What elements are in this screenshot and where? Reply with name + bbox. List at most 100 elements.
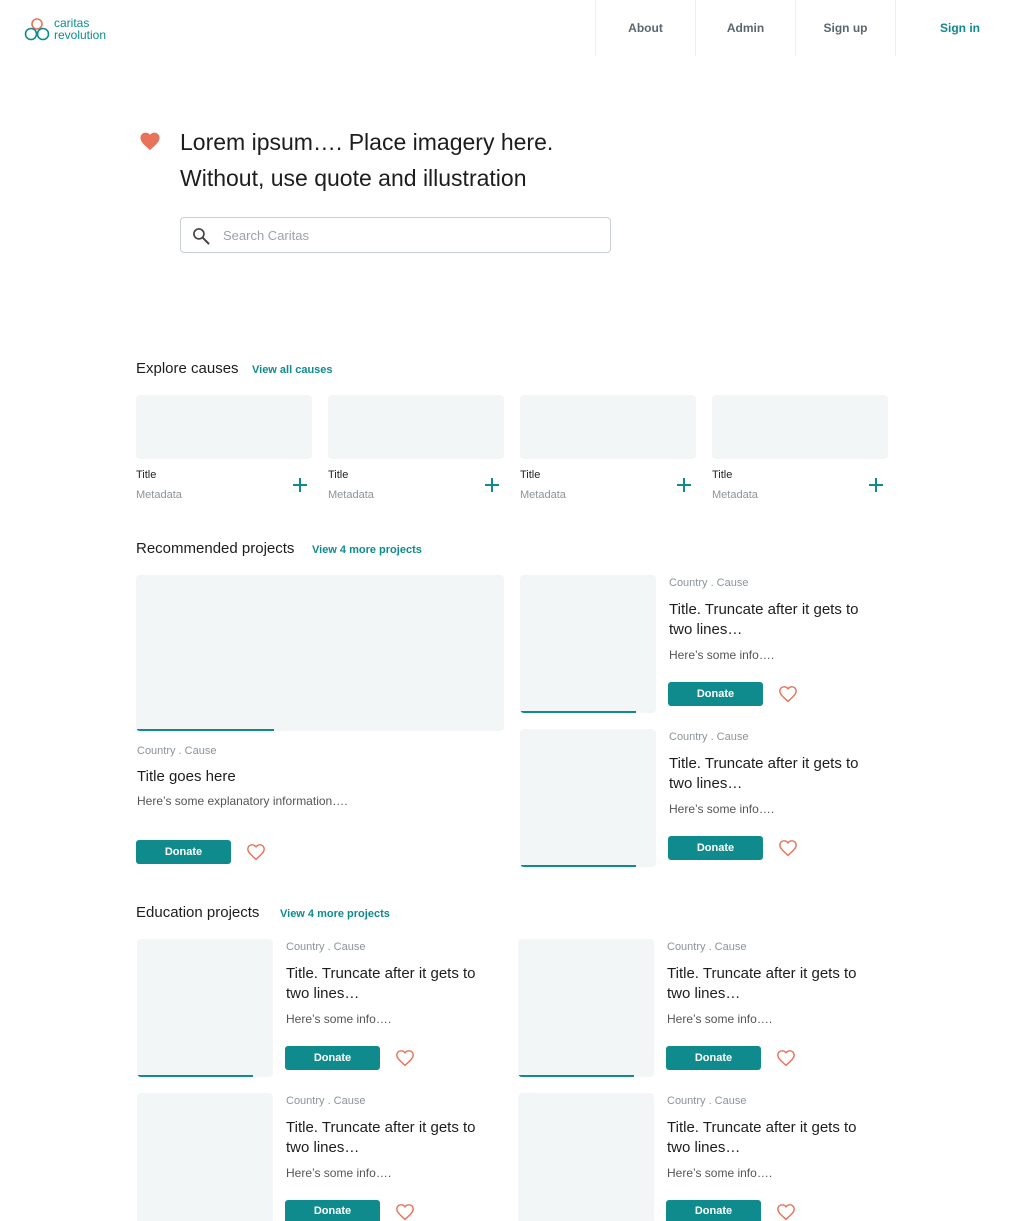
education-projects-heading: Education projects xyxy=(136,904,260,921)
project-image[interactable] xyxy=(137,1093,273,1221)
cause-card[interactable]: Title Metadata xyxy=(136,395,312,510)
project-title-line-1: Title. Truncate after it gets to xyxy=(669,755,859,772)
project-info: Here’s some info…. xyxy=(667,1166,773,1180)
plus-icon[interactable] xyxy=(292,477,308,493)
donate-button[interactable]: Donate xyxy=(666,1200,761,1221)
plus-icon[interactable] xyxy=(484,477,500,493)
cause-metadata: Metadata xyxy=(136,489,182,501)
nav-sign-in[interactable]: Sign in xyxy=(895,0,1024,56)
project-title[interactable]: Title. Truncate after it gets to two lin… xyxy=(669,754,884,794)
heart-icon xyxy=(140,132,160,151)
heart-outline-icon[interactable] xyxy=(395,1203,415,1221)
cause-title: Title xyxy=(136,469,157,481)
project-image[interactable] xyxy=(137,939,273,1077)
cause-card[interactable]: Title Metadata xyxy=(520,395,696,510)
cause-image xyxy=(520,395,696,459)
cause-title: Title xyxy=(712,469,733,481)
explore-causes-heading: Explore causes xyxy=(136,360,239,377)
project-image[interactable] xyxy=(518,1093,654,1221)
heart-outline-icon[interactable] xyxy=(246,843,266,861)
plus-icon[interactable] xyxy=(676,477,692,493)
project-info: Here’s some info…. xyxy=(669,802,775,816)
cause-card[interactable]: Title Metadata xyxy=(328,395,504,510)
project-title-line-1: Title. Truncate after it gets to xyxy=(286,965,476,982)
project-meta: Country . Cause xyxy=(286,1095,366,1107)
nav-about[interactable]: About xyxy=(595,0,695,56)
project-title[interactable]: Title goes here xyxy=(137,767,437,787)
project-title-line-1: Title. Truncate after it gets to xyxy=(669,601,859,618)
heart-outline-icon[interactable] xyxy=(776,1049,796,1067)
search-box xyxy=(180,217,611,253)
project-title-line-1: Title. Truncate after it gets to xyxy=(667,965,857,982)
cause-card[interactable]: Title Metadata xyxy=(712,395,888,510)
project-meta: Country . Cause xyxy=(667,1095,747,1107)
cause-metadata: Metadata xyxy=(712,489,758,501)
recommended-projects-heading: Recommended projects xyxy=(136,540,295,557)
view-all-causes-link[interactable]: View all causes xyxy=(252,364,333,376)
donate-button[interactable]: Donate xyxy=(285,1200,380,1221)
project-image[interactable] xyxy=(520,729,656,867)
project-title-line-1: Title. Truncate after it gets to xyxy=(286,1119,476,1136)
view-more-recommended-link[interactable]: View 4 more projects xyxy=(312,544,422,556)
hero-headline: Lorem ipsum…. Place imagery here. Withou… xyxy=(180,124,553,196)
hero-line-1: Lorem ipsum…. Place imagery here. xyxy=(180,129,554,155)
project-info: Here’s some info…. xyxy=(286,1012,392,1026)
project-meta: Country . Cause xyxy=(669,731,749,743)
search-input[interactable] xyxy=(223,219,603,251)
featured-project-image[interactable] xyxy=(136,575,504,731)
main-nav: About Admin Sign up Sign in xyxy=(595,0,1024,56)
funding-progress-bar xyxy=(520,711,636,713)
donate-button[interactable]: Donate xyxy=(136,840,231,864)
cause-metadata: Metadata xyxy=(328,489,374,501)
project-info: Here’s some info…. xyxy=(286,1166,392,1180)
project-title[interactable]: Title. Truncate after it gets to two lin… xyxy=(286,1118,501,1158)
project-title-line-2: two lines… xyxy=(667,1139,741,1156)
heart-outline-icon[interactable] xyxy=(778,839,798,857)
project-title[interactable]: Title. Truncate after it gets to two lin… xyxy=(286,964,501,1004)
search-icon xyxy=(193,228,210,245)
logo-line-2: revolution xyxy=(54,28,107,42)
plus-icon[interactable] xyxy=(868,477,884,493)
project-info: Here’s some info…. xyxy=(669,648,775,662)
caritas-logo[interactable]: caritas revolution xyxy=(24,17,124,43)
project-meta: Country . Cause xyxy=(669,577,749,589)
project-image[interactable] xyxy=(520,575,656,713)
funding-progress-bar xyxy=(137,1075,253,1077)
project-title-line-2: two lines… xyxy=(286,985,360,1002)
funding-progress-bar xyxy=(520,865,636,867)
cause-title: Title xyxy=(328,469,349,481)
donate-button[interactable]: Donate xyxy=(666,1046,761,1070)
project-image[interactable] xyxy=(518,939,654,1077)
project-info: Here’s some info…. xyxy=(667,1012,773,1026)
project-title-line-2: two lines… xyxy=(669,775,743,792)
donate-button[interactable]: Donate xyxy=(668,836,763,860)
view-more-education-link[interactable]: View 4 more projects xyxy=(280,908,390,920)
cause-image xyxy=(712,395,888,459)
funding-progress-bar xyxy=(518,1075,634,1077)
funding-progress-bar xyxy=(136,729,274,731)
cause-metadata: Metadata xyxy=(520,489,566,501)
project-title-line-2: two lines… xyxy=(669,621,743,638)
nav-sign-up[interactable]: Sign up xyxy=(795,0,895,56)
project-title-line-2: two lines… xyxy=(667,985,741,1002)
project-title-text: Title goes here xyxy=(137,768,236,785)
project-meta: Country . Cause xyxy=(286,941,366,953)
heart-outline-icon[interactable] xyxy=(395,1049,415,1067)
project-title[interactable]: Title. Truncate after it gets to two lin… xyxy=(667,1118,882,1158)
donate-button[interactable]: Donate xyxy=(285,1046,380,1070)
project-title[interactable]: Title. Truncate after it gets to two lin… xyxy=(667,964,882,1004)
heart-outline-icon[interactable] xyxy=(778,685,798,703)
project-title-line-1: Title. Truncate after it gets to xyxy=(667,1119,857,1136)
logo-wordmark: caritas revolution xyxy=(54,17,106,41)
heart-outline-icon[interactable] xyxy=(776,1203,796,1221)
project-title-line-2: two lines… xyxy=(286,1139,360,1156)
project-meta: Country . Cause xyxy=(667,941,747,953)
donate-button[interactable]: Donate xyxy=(668,682,763,706)
cause-title: Title xyxy=(520,469,541,481)
hero-line-2: Without, use quote and illustration xyxy=(180,165,527,191)
project-title[interactable]: Title. Truncate after it gets to two lin… xyxy=(669,600,884,640)
cause-image xyxy=(136,395,312,459)
site-header: caritas revolution About Admin Sign up S… xyxy=(0,0,1024,56)
nav-admin[interactable]: Admin xyxy=(695,0,795,56)
project-meta: Country . Cause xyxy=(137,745,217,757)
